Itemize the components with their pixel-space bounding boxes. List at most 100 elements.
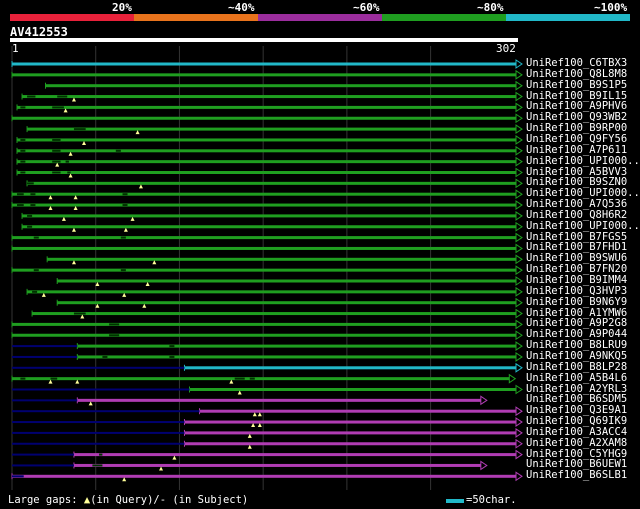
hit-bar[interactable]: [184, 366, 516, 370]
hit-bar[interactable]: [27, 127, 517, 131]
hit-bar[interactable]: [12, 474, 516, 478]
hit-bar[interactable]: [12, 236, 516, 240]
hit-end-arrow-icon: [515, 189, 523, 200]
hit-label[interactable]: UniRef100_B6SLB1: [526, 470, 627, 481]
hit-bar[interactable]: [77, 355, 517, 359]
hit-gap: [27, 182, 34, 185]
hit-end-arrow-icon: [515, 80, 523, 91]
hit-gap: [65, 160, 69, 163]
query-gap-marker-icon: [138, 184, 143, 189]
hit-gap: [12, 388, 190, 391]
hit-bar[interactable]: [45, 84, 516, 88]
query-gap-marker-icon: [75, 379, 80, 384]
hit-gap: [52, 160, 61, 163]
hit-bar[interactable]: [73, 463, 481, 467]
hit-gap: [27, 214, 33, 217]
hit-end-arrow-icon: [515, 91, 523, 102]
hit-end-arrow-icon: [515, 135, 523, 145]
hit-bar[interactable]: [12, 268, 516, 272]
query-gap-marker-icon: [88, 401, 93, 406]
hit-end-arrow-icon: [515, 178, 523, 189]
hit-gap: [12, 366, 185, 369]
hit-gap: [169, 355, 175, 358]
hit-gap: [169, 345, 175, 348]
hit-bar[interactable]: [47, 257, 517, 261]
hit-bar[interactable]: [22, 214, 517, 218]
hit-bar[interactable]: [184, 442, 516, 446]
hit-gap: [12, 345, 78, 348]
query-gap-marker-icon: [71, 260, 76, 265]
hit-gap: [17, 193, 24, 196]
hit-bar[interactable]: [184, 420, 516, 424]
hit-bar[interactable]: [189, 388, 516, 391]
hit-end-arrow-icon: [515, 156, 523, 167]
hit-bar[interactable]: [77, 344, 517, 348]
query-gap-marker-icon: [152, 260, 157, 265]
hit-gap: [20, 160, 26, 163]
hit-label[interactable]: UniRef100_UPI000..: [526, 155, 640, 167]
hit-bar[interactable]: [17, 138, 517, 142]
scale-text: =50char.: [466, 494, 517, 506]
query-gap-marker-icon: [82, 140, 86, 145]
query-gap-marker-icon: [68, 151, 73, 156]
hit-bar[interactable]: [73, 453, 516, 457]
hit-bar[interactable]: [12, 333, 516, 337]
hit-bar[interactable]: [12, 62, 516, 66]
hit-bar[interactable]: [17, 171, 517, 174]
hit-bar[interactable]: [12, 116, 516, 120]
hit-end-arrow-icon: [515, 232, 523, 243]
hit-bar[interactable]: [17, 149, 517, 153]
hit-gap: [20, 138, 26, 141]
hit-end-arrow-icon: [515, 113, 523, 124]
hit-end-arrow-icon: [515, 384, 523, 395]
query-gap-marker-icon: [251, 423, 256, 428]
legend-prefix: Large gaps:: [8, 494, 78, 506]
query-gap-marker-icon: [48, 379, 53, 384]
query-gap-marker-icon: [229, 379, 234, 384]
hit-bar[interactable]: [27, 290, 517, 294]
hit-gap: [12, 399, 78, 402]
query-gap-marker-icon: [61, 216, 66, 221]
hit-gap: [12, 431, 185, 434]
hit-bar[interactable]: [12, 322, 516, 326]
hit-end-arrow-icon: [515, 69, 523, 80]
query-gap-marker-icon: [122, 292, 127, 297]
query-gap-marker-icon: [48, 195, 53, 200]
hit-bar[interactable]: [17, 160, 517, 164]
hit-gap: [120, 236, 126, 239]
hit-end-arrow-icon: [515, 362, 523, 373]
query-gap-marker-icon: [257, 423, 262, 428]
hit-gap: [20, 377, 26, 380]
hit-gap: [99, 453, 103, 456]
hit-end-arrow-icon: [515, 427, 523, 438]
hit-bar[interactable]: [32, 312, 517, 316]
hit-bar[interactable]: [27, 181, 517, 185]
hit-bar[interactable]: [57, 301, 517, 305]
hit-bar[interactable]: [57, 279, 517, 283]
hit-bar[interactable]: [12, 377, 510, 381]
hit-bar[interactable]: [12, 246, 516, 250]
hit-bar[interactable]: [184, 431, 516, 435]
hit-end-arrow-icon: [515, 265, 523, 276]
hit-bar[interactable]: [12, 203, 516, 207]
hit-gap: [30, 193, 36, 196]
hit-bar[interactable]: [77, 398, 481, 402]
hit-gap: [109, 323, 120, 326]
hit-gap: [20, 106, 26, 109]
query-gap-marker-icon: [73, 195, 78, 200]
hit-end-arrow-icon: [515, 438, 523, 449]
hit-gap: [12, 410, 200, 413]
hit-bar[interactable]: [12, 192, 516, 196]
hit-bar[interactable]: [199, 409, 516, 413]
hit-bar[interactable]: [17, 105, 517, 109]
hit-bar[interactable]: [12, 73, 516, 77]
hit-bar[interactable]: [22, 95, 517, 99]
hit-end-arrow-icon: [480, 395, 488, 406]
legend-subject-text: - (in Subject): [159, 494, 249, 506]
hit-gap: [73, 128, 86, 131]
hit-gap: [102, 355, 108, 358]
hit-bar[interactable]: [22, 225, 517, 229]
hit-gap: [12, 475, 24, 478]
hit-end-arrow-icon: [515, 330, 523, 341]
hit-label[interactable]: UniRef100_A5B4L6: [526, 372, 627, 384]
